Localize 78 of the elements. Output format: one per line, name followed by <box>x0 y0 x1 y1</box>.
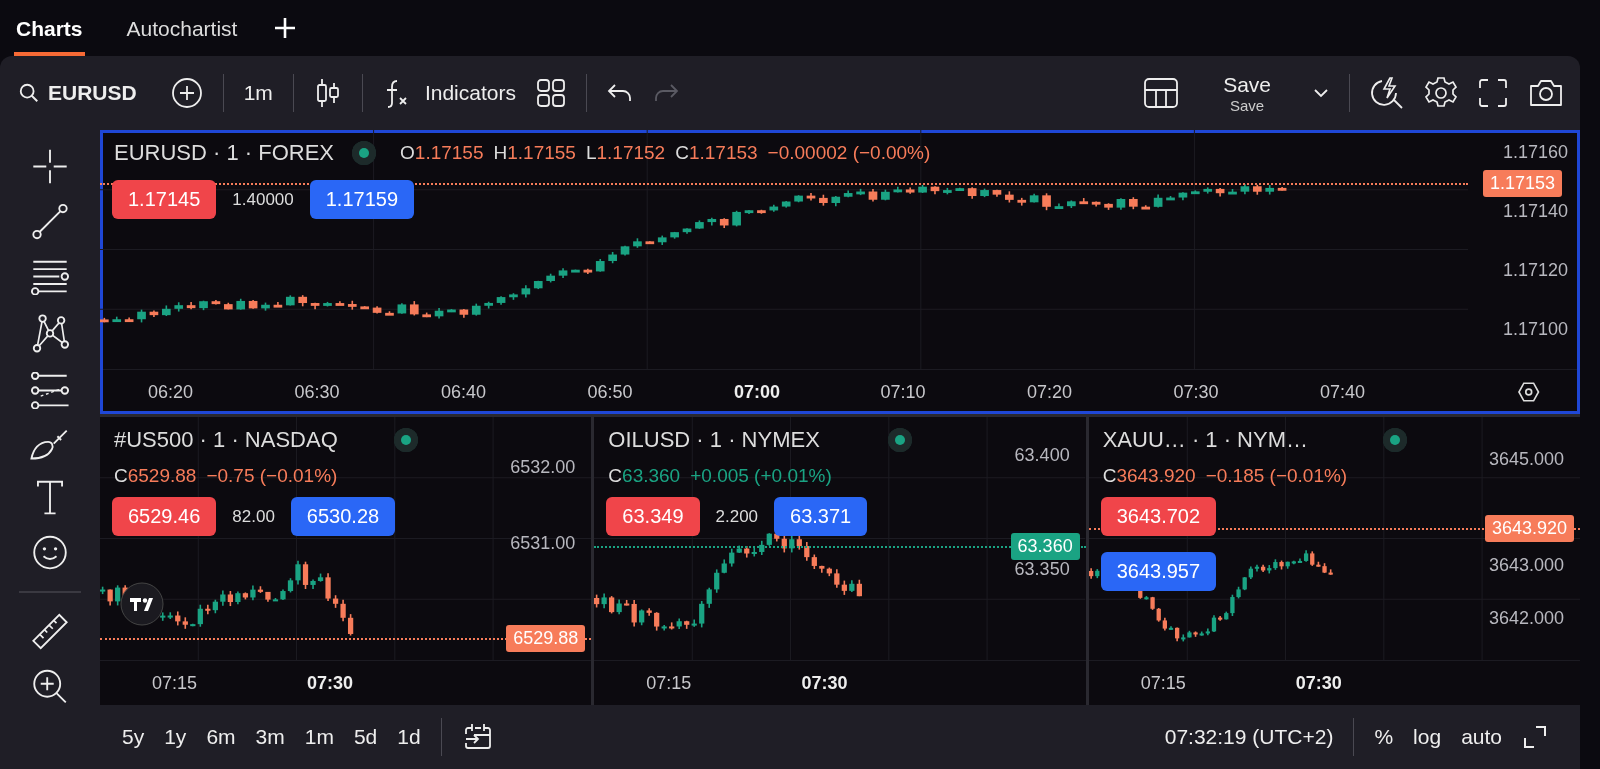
chart-title: OILUSD · 1 · NYMEX <box>608 427 821 453</box>
range-button[interactable]: 1d <box>397 725 421 749</box>
spread-value: 82.00 <box>232 506 275 527</box>
spread-value: 2.200 <box>715 506 759 527</box>
price-axis-label: 6532.00 <box>510 457 576 478</box>
tab[interactable]: Autochartist <box>124 0 240 56</box>
sell-price-button[interactable]: 63.349 <box>606 497 700 536</box>
buy-price-button[interactable]: 63.371 <box>774 497 868 536</box>
time-axis-label: 07:40 <box>1320 381 1367 403</box>
buy-price-button[interactable]: 6530.28 <box>290 497 396 536</box>
price-axis-label: 63.350 <box>1014 559 1070 580</box>
price-axis-label: 1.17100 <box>1502 319 1568 340</box>
ohlc-value: C63.360 <box>608 465 681 487</box>
save-button[interactable]: Save Save <box>1223 72 1271 114</box>
range-button[interactable]: 6m <box>206 725 236 749</box>
time-axis-label: 06:30 <box>294 381 341 403</box>
time-axis-label: 07:30 <box>801 672 848 694</box>
spread-value: 1.40000 <box>232 189 294 210</box>
time-axis-label: 07:15 <box>1140 672 1186 694</box>
last-price-tag: 6529.88 <box>506 625 586 652</box>
time-axis-label: 06:20 <box>148 381 195 403</box>
range-button[interactable]: 1m <box>304 725 334 749</box>
time-axis-label: 07:30 <box>307 672 354 694</box>
save-caption: Save <box>1229 96 1265 114</box>
time-axis-label: 07:20 <box>1027 381 1074 403</box>
auto-button[interactable]: auto <box>1461 725 1502 749</box>
last-price-tag: 1.17153 <box>1482 170 1562 197</box>
price-axis-label: 1.17120 <box>1502 260 1568 281</box>
price-axis-label: 6531.00 <box>510 533 576 554</box>
chart-title: EURUSD · 1 · FOREX <box>114 140 335 166</box>
interval-button[interactable]: 1m <box>243 81 273 105</box>
percent-button[interactable]: % <box>1374 725 1394 749</box>
save-label: Save <box>1223 72 1271 97</box>
price-axis-label: 3645.000 <box>1488 449 1564 470</box>
time-axis-label: 07:30 <box>1173 381 1220 403</box>
time-axis-label: 07:15 <box>152 672 198 694</box>
chart-pane[interactable]: #US500 · 1 · NASDAQ C6529.88 −0.75 (−0.01%) 6529.46 82.00 6530.28 6532.00 6531.00 6529.88 07:15 07:30 <box>100 417 592 705</box>
price-axis-label: 63.400 <box>1014 445 1070 466</box>
range-button[interactable]: 5y <box>122 725 145 749</box>
time-axis-label: 07:30 <box>1295 672 1342 694</box>
range-button[interactable]: 3m <box>255 725 285 749</box>
price-axis-label: 1.17160 <box>1502 142 1568 163</box>
indicators-button[interactable]: Indicators <box>382 78 516 108</box>
price-change: +0.005 (+0.01%) <box>690 465 832 487</box>
time-axis-label: 07:10 <box>880 381 927 403</box>
chart-pane[interactable]: EURUSD · 1 · FOREX O1.17155 H1.17155 L1.17152 C1.17153 −0.00002 (−0.00%) 1.17145 1.40000 1.17159 1.17160 1.17140 1.17120 1.17100 1.17153 06:20 06:30 06:40 06:50 07:00 07:10 07:20 07:30 07:40 <box>100 130 1580 414</box>
price-axis-label: 1.17140 <box>1502 201 1568 222</box>
ohlc-value: C6529.88 <box>114 465 197 487</box>
clock-text[interactable]: 07:32:19 (UTC+2) <box>1164 725 1334 749</box>
range-button[interactable]: 5d <box>353 725 378 749</box>
time-axis-label: 06:40 <box>441 381 488 403</box>
chart-pane[interactable]: XAUU… · 1 · NYM… C3643.920 −0.185 (−0.01%) 3643.702 3643.957 3645.000 3643.000 3642.000 3643.920 07:15 07:30 <box>1088 417 1580 705</box>
time-axis-label: 07:00 <box>734 381 782 403</box>
buy-price-button[interactable]: 3643.957 <box>1100 552 1217 591</box>
chart-title: XAUU… · 1 · NYM… <box>1102 427 1309 453</box>
last-price-tag: 3643.920 <box>1484 515 1574 542</box>
time-axis-label: 07:15 <box>646 672 692 694</box>
price-axis-label: 3643.000 <box>1488 555 1564 576</box>
ohlc-value: L1.17152 <box>585 142 666 164</box>
log-button[interactable]: log <box>1413 725 1442 749</box>
last-price-tag: 63.360 <box>1010 533 1080 560</box>
price-axis-label: 3642.000 <box>1488 608 1564 629</box>
buy-price-button[interactable]: 1.17159 <box>309 180 415 219</box>
price-change: −0.00002 (−0.00%) <box>767 142 931 164</box>
sell-price-button[interactable]: 6529.46 <box>112 497 217 536</box>
ohlc-value: C1.17153 <box>675 142 758 164</box>
chart-title: #US500 · 1 · NASDAQ <box>114 427 339 453</box>
range-button[interactable]: 1y <box>164 725 187 749</box>
price-change: −0.185 (−0.01%) <box>1205 465 1348 487</box>
symbol-search-button[interactable]: EURUSD <box>18 81 137 105</box>
sell-price-button[interactable]: 1.17145 <box>112 180 217 219</box>
time-axis-label: 06:50 <box>587 381 634 403</box>
ohlc-value: H1.17155 <box>493 142 576 164</box>
ohlc-value: C3643.920 <box>1102 465 1196 487</box>
ohlc-value: O1.17155 <box>400 142 484 164</box>
sell-price-button[interactable]: 3643.702 <box>1100 497 1217 536</box>
chart-pane[interactable]: OILUSD · 1 · NYMEX C63.360 +0.005 (+0.01%) 63.349 2.200 63.371 63.400 63.350 63.360 07:15 07:30 <box>594 417 1086 705</box>
price-change: −0.75 (−0.01%) <box>206 465 338 487</box>
